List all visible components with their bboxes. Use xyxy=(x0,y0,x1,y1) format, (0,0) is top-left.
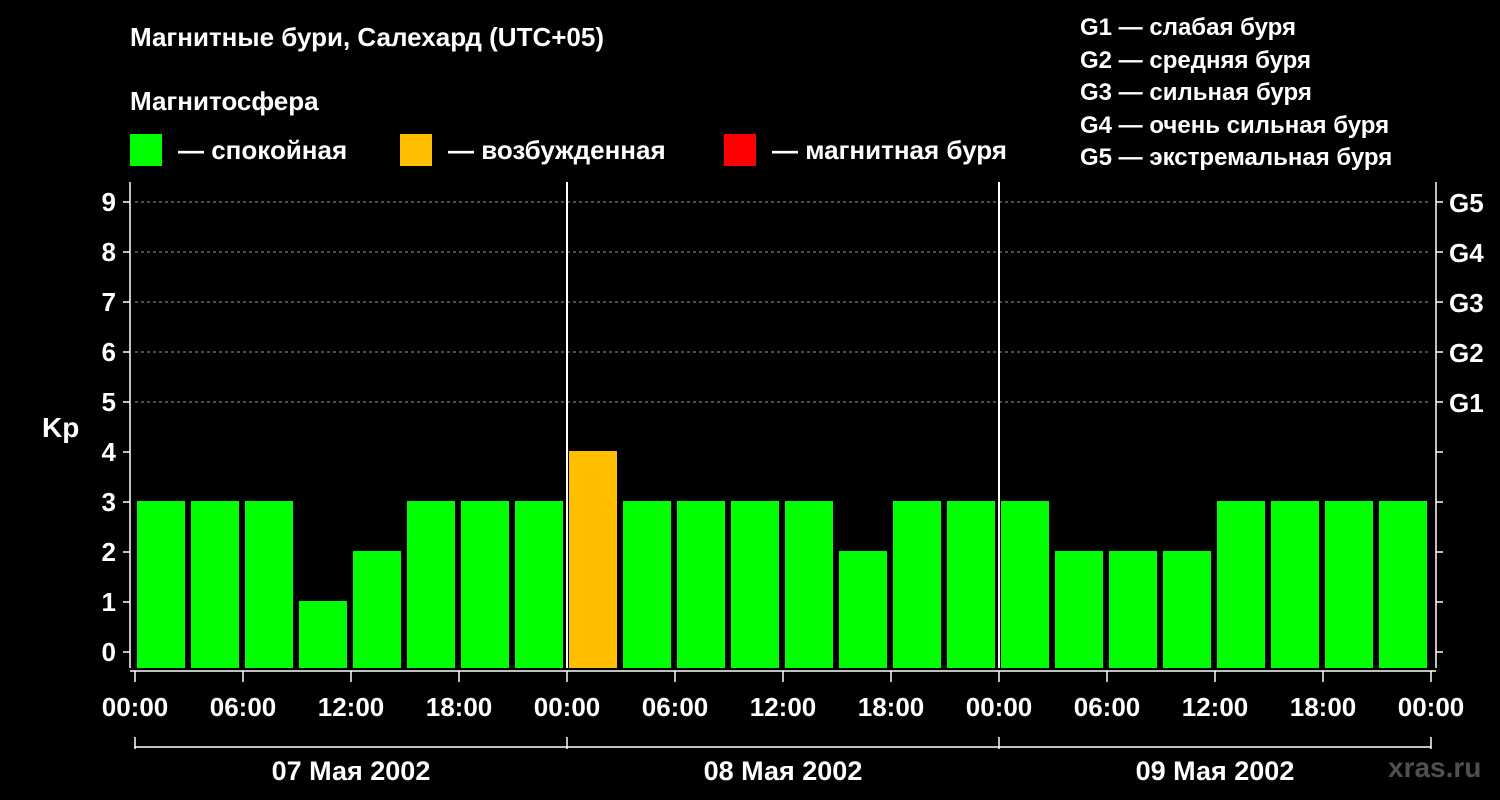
kp-bar xyxy=(785,501,833,668)
kp-bar xyxy=(515,501,563,668)
x-tick-label: 06:00 xyxy=(642,692,709,722)
kp-bar xyxy=(245,501,293,668)
watermark: xras.ru xyxy=(1388,752,1482,783)
day-label: 07 Мая 2002 xyxy=(272,756,431,786)
y-tick-label: 6 xyxy=(102,337,116,367)
kp-bar xyxy=(191,501,239,668)
g-tick-label: G4 xyxy=(1449,238,1484,268)
kp-bar xyxy=(677,501,725,668)
kp-bar xyxy=(137,501,185,668)
kp-bar xyxy=(1217,501,1265,668)
x-tick-label: 18:00 xyxy=(1290,692,1357,722)
x-tick-label: 00:00 xyxy=(534,692,601,722)
day-label: 08 Мая 2002 xyxy=(704,756,863,786)
y-tick-label: 4 xyxy=(102,437,117,467)
x-tick-label: 18:00 xyxy=(858,692,925,722)
y-tick-label: 9 xyxy=(102,187,116,217)
day-label: 09 Мая 2002 xyxy=(1136,756,1295,786)
kp-bar xyxy=(1055,551,1103,668)
kp-bar xyxy=(407,501,455,668)
x-tick-label: 06:00 xyxy=(210,692,277,722)
x-tick-label: 00:00 xyxy=(966,692,1033,722)
g-tick-label: G5 xyxy=(1449,188,1484,218)
kp-bar xyxy=(461,501,509,668)
x-tick-label: 00:00 xyxy=(1398,692,1465,722)
kp-bar xyxy=(569,451,617,668)
kp-bar xyxy=(1271,501,1319,668)
kp-bar xyxy=(947,501,995,668)
y-tick-label: 8 xyxy=(102,237,116,267)
x-tick-label: 00:00 xyxy=(102,692,169,722)
kp-chart: 0 1 2 3 4 5 6 7 8 9 G1 G2 G3 G4 G5 Kp 00:00 06:00 12:00 18:… xyxy=(42,182,1484,786)
kp-bar xyxy=(1163,551,1211,668)
g-tick-label: G3 xyxy=(1449,288,1484,318)
y-axis-label: Kp xyxy=(42,412,79,443)
kp-bar xyxy=(839,551,887,668)
x-tick-label: 12:00 xyxy=(1182,692,1249,722)
x-tick-label: 12:00 xyxy=(750,692,817,722)
x-tick-label: 18:00 xyxy=(426,692,493,722)
kp-bar xyxy=(893,501,941,668)
g-tick-label: G2 xyxy=(1449,338,1484,368)
g-tick-label: G1 xyxy=(1449,388,1484,418)
kp-bar xyxy=(623,501,671,668)
y-tick-label: 0 xyxy=(102,637,116,667)
y-tick-label: 2 xyxy=(102,537,116,567)
y-tick-label: 1 xyxy=(102,587,116,617)
kp-bar xyxy=(353,551,401,668)
kp-bar xyxy=(731,501,779,668)
kp-bar xyxy=(1109,551,1157,668)
x-tick-label: 06:00 xyxy=(1074,692,1141,722)
kp-bar xyxy=(1325,501,1373,668)
kp-bar xyxy=(1379,501,1427,668)
y-tick-label: 7 xyxy=(102,287,116,317)
kp-bar xyxy=(1001,501,1049,668)
y-tick-label: 5 xyxy=(102,387,116,417)
x-tick-label: 12:00 xyxy=(318,692,385,722)
y-tick-label: 3 xyxy=(102,487,116,517)
kp-bar xyxy=(299,601,347,668)
